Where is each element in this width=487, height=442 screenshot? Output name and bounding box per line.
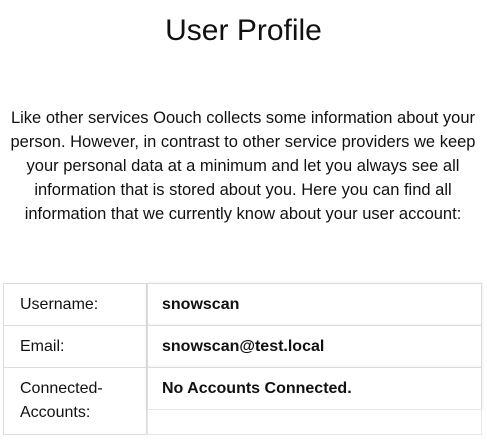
connected-accounts-label: Connected-Accounts:: [3, 367, 147, 435]
page-title: User Profile: [165, 14, 322, 47]
email-value: snowscan@test.local: [147, 325, 482, 368]
user-profile-page: User Profile Like other services Oouch c…: [0, 0, 487, 442]
username-label: Username:: [3, 283, 147, 326]
intro-text: Like other services Oouch collects some …: [10, 109, 476, 223]
connected-accounts-value: No Accounts Connected.: [147, 367, 482, 410]
username-value: snowscan: [147, 283, 482, 326]
profile-table: Username: snowscan Email: snowscan@test.…: [3, 283, 482, 435]
table-empty-cell: [147, 409, 482, 435]
email-label: Email:: [3, 325, 147, 368]
